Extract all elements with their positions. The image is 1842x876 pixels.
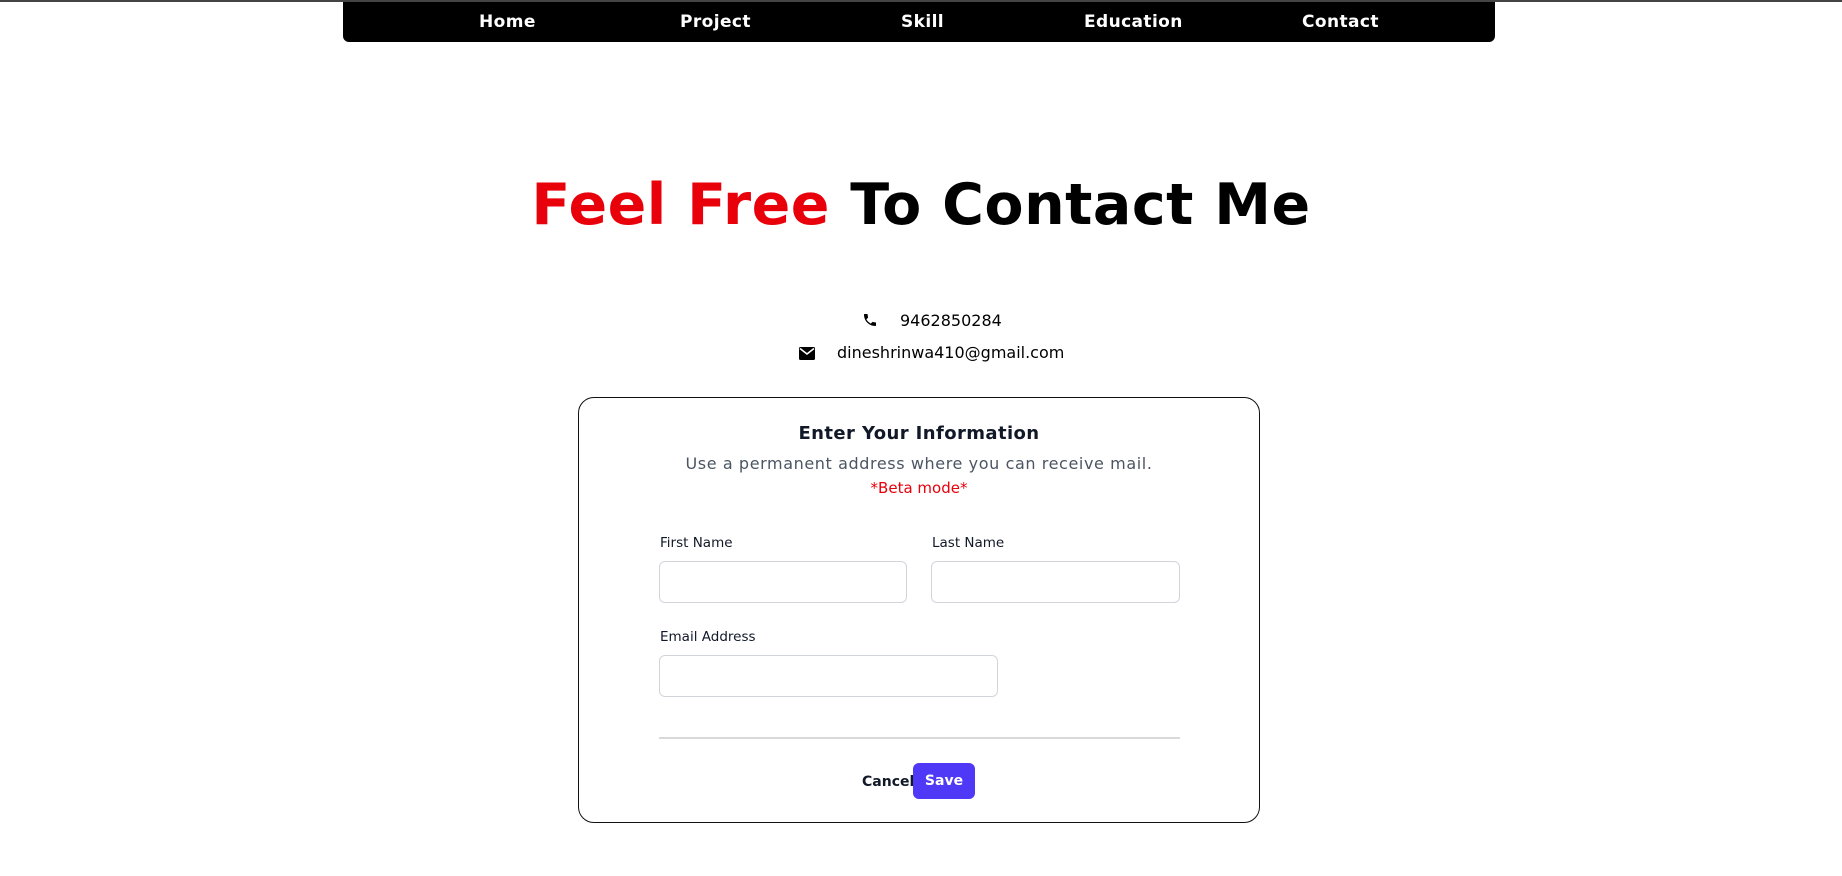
phone-icon: [862, 312, 880, 330]
phone-number: 9462850284: [900, 311, 1002, 330]
form-divider: [659, 737, 1180, 739]
email-address: dineshrinwa410@gmail.com: [837, 343, 1065, 362]
save-button[interactable]: Save: [913, 763, 975, 799]
phone-line: 9462850284: [862, 309, 1002, 333]
email-line: dineshrinwa410@gmail.com: [799, 341, 1064, 365]
cancel-button[interactable]: Cancel: [862, 770, 914, 794]
heading-rest: To Contact Me: [850, 172, 1311, 238]
navbar: Home Project Skill Education Contact: [343, 2, 1495, 42]
nav-item-education[interactable]: Education: [1084, 2, 1183, 42]
form-subtitle: Use a permanent address where you can re…: [685, 454, 1153, 473]
last-name-label: Last Name: [932, 535, 1005, 551]
nav-item-home[interactable]: Home: [479, 2, 536, 42]
first-name-field[interactable]: [659, 561, 907, 603]
form-title: Enter Your Information: [798, 423, 1040, 444]
email-label: Email Address: [660, 629, 756, 645]
nav-item-skill[interactable]: Skill: [901, 2, 944, 42]
envelope-icon: [799, 344, 817, 362]
heading-accent: Feel Free: [531, 172, 830, 238]
first-name-label: First Name: [660, 535, 733, 551]
beta-note: *Beta mode*: [870, 479, 968, 497]
email-field[interactable]: [659, 655, 998, 697]
nav-item-project[interactable]: Project: [680, 2, 751, 42]
page-heading: Feel Free To Contact Me: [0, 172, 1842, 238]
nav-item-contact[interactable]: Contact: [1302, 2, 1379, 42]
last-name-field[interactable]: [931, 561, 1180, 603]
contact-form: Enter Your Information Use a permanent a…: [578, 397, 1260, 823]
